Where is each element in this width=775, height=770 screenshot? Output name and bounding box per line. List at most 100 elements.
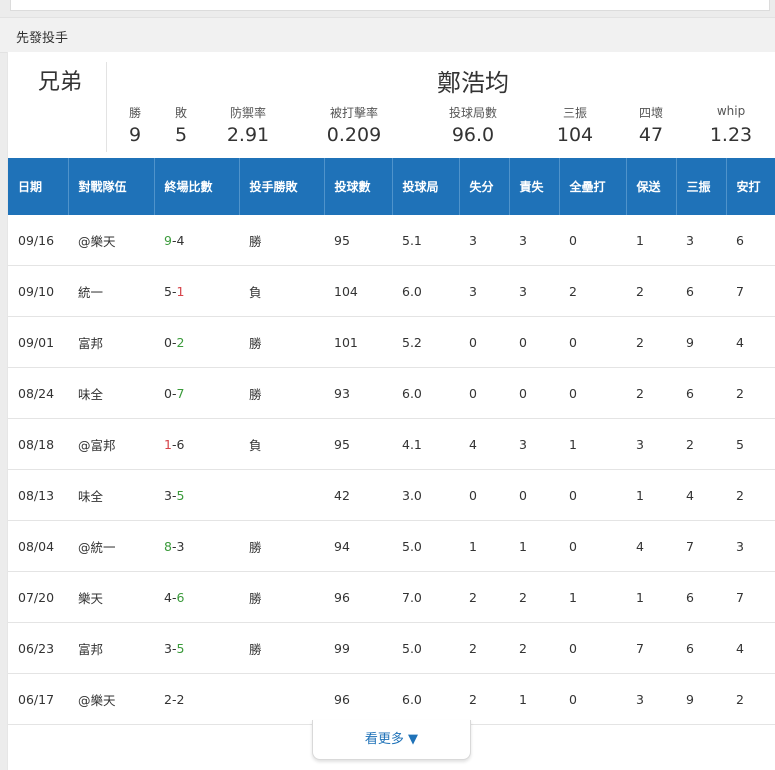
- cell-pitches: 101: [324, 316, 392, 368]
- score-home: 3: [164, 487, 172, 503]
- cell-pitches: 95: [324, 215, 392, 266]
- cell-walks: 2: [626, 316, 676, 368]
- cell-pitches: 42: [324, 469, 392, 521]
- cell-hits: 2: [726, 673, 775, 725]
- cell-strikeouts: 6: [676, 571, 726, 623]
- cell-innings: 3.0: [392, 469, 459, 521]
- cell-date: 06/23: [8, 622, 68, 674]
- score-away: 6: [176, 436, 185, 452]
- section-header: 先發投手: [0, 17, 775, 53]
- cell-decision: 勝: [239, 622, 324, 674]
- col-header-innings: 投球局: [392, 158, 460, 215]
- cell-earned-runs: 3: [509, 215, 559, 266]
- cell-walks: 2: [626, 367, 676, 419]
- cell-decision: 負: [239, 265, 324, 317]
- cell-opponent: @統一: [68, 520, 154, 572]
- stat-value-era: 2.91: [226, 124, 270, 146]
- cell-runs: 2: [459, 571, 509, 623]
- cell-home-runs: 2: [559, 265, 626, 317]
- stat-value-innings: 96.0: [451, 124, 495, 146]
- cell-walks: 3: [626, 418, 676, 470]
- cell-walks: 1: [626, 469, 676, 521]
- cell-opponent: 樂天: [68, 571, 154, 623]
- cell-strikeouts: 6: [676, 367, 726, 419]
- cell-date: 08/04: [8, 520, 68, 572]
- score-away: 2: [176, 691, 185, 707]
- cell-innings: 6.0: [392, 673, 459, 725]
- cell-date: 09/10: [8, 265, 68, 317]
- stat-value-walks: 47: [638, 124, 664, 146]
- cell-strikeouts: 3: [676, 215, 726, 266]
- col-header-hits: 安打: [726, 158, 775, 215]
- cell-final-score: 8-3: [154, 520, 239, 572]
- cell-date: 09/16: [8, 215, 68, 266]
- cell-hits: 2: [726, 367, 775, 419]
- cell-final-score: 3-5: [154, 469, 239, 521]
- cell-decision: 負: [239, 418, 324, 470]
- col-header-runs: 失分: [459, 158, 510, 215]
- pitcher-name: 鄭浩均: [437, 69, 509, 97]
- cell-runs: 3: [459, 215, 509, 266]
- game-log-body: 09/16 @樂天 9-4 勝 95 5.1 3 3 0 1 3 6 09/10 統一 5-1 負 104 6.0…: [8, 215, 775, 725]
- cell-final-score: 0-7: [154, 367, 239, 419]
- see-more-button[interactable]: 看更多 ▼: [312, 720, 471, 760]
- stat-value-wins: 9: [128, 124, 142, 146]
- cell-runs: 2: [459, 673, 509, 725]
- top-strip: [0, 0, 775, 16]
- score-home: 4: [164, 589, 172, 605]
- cell-home-runs: 0: [559, 673, 626, 725]
- divider: [106, 62, 107, 152]
- cell-decision: 勝: [239, 215, 324, 266]
- cell-earned-runs: 2: [509, 622, 559, 674]
- cell-opponent: 富邦: [68, 622, 154, 674]
- score-away: 3: [176, 538, 185, 554]
- cell-earned-runs: 0: [509, 367, 559, 419]
- cell-strikeouts: 4: [676, 469, 726, 521]
- cell-pitches: 95: [324, 418, 392, 470]
- stat-label-whip: whip: [716, 104, 746, 118]
- cell-earned-runs: 2: [509, 571, 559, 623]
- cell-home-runs: 0: [559, 622, 626, 674]
- cell-strikeouts: 9: [676, 316, 726, 368]
- col-header-walks: 保送: [626, 158, 677, 215]
- cell-innings: 4.1: [392, 418, 459, 470]
- cell-opponent: @富邦: [68, 418, 154, 470]
- table-row: 06/23 富邦 3-5 勝 99 5.0 2 2 0 7 6 4: [8, 622, 775, 674]
- cell-home-runs: 0: [559, 367, 626, 419]
- cell-home-runs: 0: [559, 215, 626, 266]
- stat-label-era: 防禦率: [229, 106, 266, 120]
- score-home: 9: [164, 232, 172, 248]
- cell-hits: 4: [726, 316, 775, 368]
- cell-innings: 5.1: [392, 215, 459, 266]
- cell-innings: 5.0: [392, 520, 459, 572]
- cell-home-runs: 0: [559, 316, 626, 368]
- cell-hits: 5: [726, 418, 775, 470]
- cell-pitches: 93: [324, 367, 392, 419]
- score-away: 7: [176, 385, 185, 401]
- cell-date: 06/17: [8, 673, 68, 725]
- stat-value-opp-avg: 0.209: [326, 124, 382, 146]
- score-home: 1: [164, 436, 172, 452]
- cell-walks: 7: [626, 622, 676, 674]
- cell-home-runs: 0: [559, 469, 626, 521]
- cell-home-runs: 0: [559, 520, 626, 572]
- cell-hits: 2: [726, 469, 775, 521]
- cell-hits: 6: [726, 215, 775, 266]
- cell-runs: 2: [459, 622, 509, 674]
- cell-opponent: @樂天: [68, 673, 154, 725]
- score-away: 6: [176, 589, 185, 605]
- col-header-decision: 投手勝敗: [239, 158, 325, 215]
- table-row: 08/04 @統一 8-3 勝 94 5.0 1 1 0 4 7 3: [8, 520, 775, 572]
- cell-strikeouts: 2: [676, 418, 726, 470]
- cell-opponent: @樂天: [68, 215, 154, 266]
- cell-strikeouts: 6: [676, 622, 726, 674]
- stat-label-opp-avg: 被打擊率: [329, 106, 378, 120]
- cell-decision: 勝: [239, 316, 324, 368]
- section-title: 先發投手: [16, 31, 69, 46]
- table-row: 08/18 @富邦 1-6 負 95 4.1 4 3 1 3 2 5: [8, 418, 775, 470]
- cell-opponent: 味全: [68, 367, 154, 419]
- cell-pitches: 96: [324, 673, 392, 725]
- cell-innings: 5.0: [392, 622, 459, 674]
- cell-pitches: 96: [324, 571, 392, 623]
- cell-runs: 4: [459, 418, 509, 470]
